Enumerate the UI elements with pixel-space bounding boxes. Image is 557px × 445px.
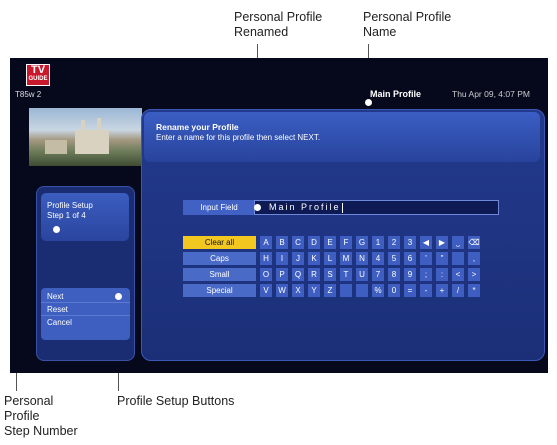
key-r3-c7[interactable]: % xyxy=(372,284,384,297)
profile-setup-status: Profile Setup Step 1 of 4 xyxy=(41,193,129,241)
reset-button[interactable]: Reset xyxy=(41,304,130,316)
callout-profile-name: Personal Profile Name xyxy=(363,10,452,39)
key-r0-c4[interactable]: E xyxy=(324,236,336,249)
preview-image xyxy=(29,108,142,166)
key-r2-c5[interactable]: T xyxy=(340,268,352,281)
callout-setup-buttons: Profile Setup Buttons xyxy=(117,394,235,408)
marker-buttons xyxy=(115,293,122,300)
header-title: Rename your Profile xyxy=(156,122,239,132)
key-r1-c4[interactable]: L xyxy=(324,252,336,265)
special-button[interactable]: Special xyxy=(183,284,256,297)
key-r2-c8[interactable]: 8 xyxy=(388,268,400,281)
key-r3-c9[interactable]: = xyxy=(404,284,416,297)
key-r1-c12[interactable] xyxy=(452,252,464,265)
key-r3-c6[interactable] xyxy=(356,284,368,297)
key-r0-c9[interactable]: 3 xyxy=(404,236,416,249)
key-r1-c9[interactable]: 6 xyxy=(404,252,416,265)
key-r2-c10[interactable]: ; xyxy=(420,268,432,281)
callout-step-number: Personal Profile Step Number xyxy=(4,394,78,438)
key-r2-c2[interactable]: Q xyxy=(292,268,304,281)
setup-title: Profile Setup xyxy=(47,201,93,210)
key-r1-c6[interactable]: N xyxy=(356,252,368,265)
setup-step: Step 1 of 4 xyxy=(47,211,86,220)
key-r2-c0[interactable]: O xyxy=(260,268,272,281)
key-r1-c0[interactable]: H xyxy=(260,252,272,265)
key-r2-c7[interactable]: 7 xyxy=(372,268,384,281)
key-r0-c12[interactable]: ⎵ xyxy=(452,236,464,249)
caps-button[interactable]: Caps xyxy=(183,252,256,265)
key-r1-c3[interactable]: K xyxy=(308,252,320,265)
key-r3-c12[interactable]: / xyxy=(452,284,464,297)
key-r1-c11[interactable]: " xyxy=(436,252,448,265)
key-r3-c0[interactable]: V xyxy=(260,284,272,297)
key-r3-c1[interactable]: W xyxy=(276,284,288,297)
key-r0-c2[interactable]: C xyxy=(292,236,304,249)
key-r3-c13[interactable]: * xyxy=(468,284,480,297)
marker-renamed xyxy=(254,204,261,211)
marker-step xyxy=(53,226,60,233)
key-r2-c12[interactable]: < xyxy=(452,268,464,281)
key-r0-c7[interactable]: 1 xyxy=(372,236,384,249)
key-r3-c8[interactable]: 0 xyxy=(388,284,400,297)
key-r2-c1[interactable]: P xyxy=(276,268,288,281)
key-r1-c7[interactable]: 4 xyxy=(372,252,384,265)
key-r3-c2[interactable]: X xyxy=(292,284,304,297)
key-r0-c13[interactable]: ⌫ xyxy=(468,236,480,249)
key-r1-c5[interactable]: M xyxy=(340,252,352,265)
key-r0-c6[interactable]: G xyxy=(356,236,368,249)
small-button[interactable]: Small xyxy=(183,268,256,281)
key-r3-c3[interactable]: Y xyxy=(308,284,320,297)
key-r0-c10[interactable]: ◀ xyxy=(420,236,432,249)
rename-header: Rename your Profile Enter a name for thi… xyxy=(144,112,540,162)
tv-screen: TV GUIDE T85w 2 Main Profile Thu Apr 09, … xyxy=(10,58,548,373)
key-r2-c4[interactable]: S xyxy=(324,268,336,281)
key-r2-c11[interactable]: : xyxy=(436,268,448,281)
key-r3-c11[interactable]: + xyxy=(436,284,448,297)
current-profile-name: Main Profile xyxy=(370,89,422,99)
key-r3-c4[interactable]: Z xyxy=(324,284,336,297)
header-subtitle: Enter a name for this profile then selec… xyxy=(156,133,321,142)
key-r1-c10[interactable]: ' xyxy=(420,252,432,265)
key-r2-c13[interactable]: > xyxy=(468,268,480,281)
key-r0-c0[interactable]: A xyxy=(260,236,272,249)
tv-guide-logo: TV GUIDE xyxy=(26,64,50,86)
key-r2-c6[interactable]: U xyxy=(356,268,368,281)
callout-profile-renamed: Personal Profile Renamed xyxy=(234,10,323,39)
cancel-button[interactable]: Cancel xyxy=(41,317,130,329)
key-r0-c11[interactable]: ▶ xyxy=(436,236,448,249)
key-r2-c3[interactable]: R xyxy=(308,268,320,281)
key-r1-c13[interactable]: , xyxy=(468,252,480,265)
key-r1-c1[interactable]: I xyxy=(276,252,288,265)
input-value: Main Profile xyxy=(269,202,341,212)
clear-all-button[interactable]: Clear all xyxy=(183,236,256,249)
key-r1-c8[interactable]: 5 xyxy=(388,252,400,265)
key-r0-c3[interactable]: D xyxy=(308,236,320,249)
text-cursor xyxy=(341,202,343,213)
key-r0-c8[interactable]: 2 xyxy=(388,236,400,249)
key-r2-c9[interactable]: 9 xyxy=(404,268,416,281)
key-r3-c10[interactable]: - xyxy=(420,284,432,297)
marker-name xyxy=(365,99,372,106)
key-r1-c2[interactable]: J xyxy=(292,252,304,265)
date-time: Thu Apr 09, 4:07 PM xyxy=(452,89,530,99)
profile-name-input[interactable]: Main Profile xyxy=(254,200,499,215)
key-r3-c5[interactable] xyxy=(340,284,352,297)
channel-label: T85w 2 xyxy=(15,90,42,99)
input-field-label: Input Field xyxy=(183,200,255,215)
key-r0-c5[interactable]: F xyxy=(340,236,352,249)
key-r0-c1[interactable]: B xyxy=(276,236,288,249)
